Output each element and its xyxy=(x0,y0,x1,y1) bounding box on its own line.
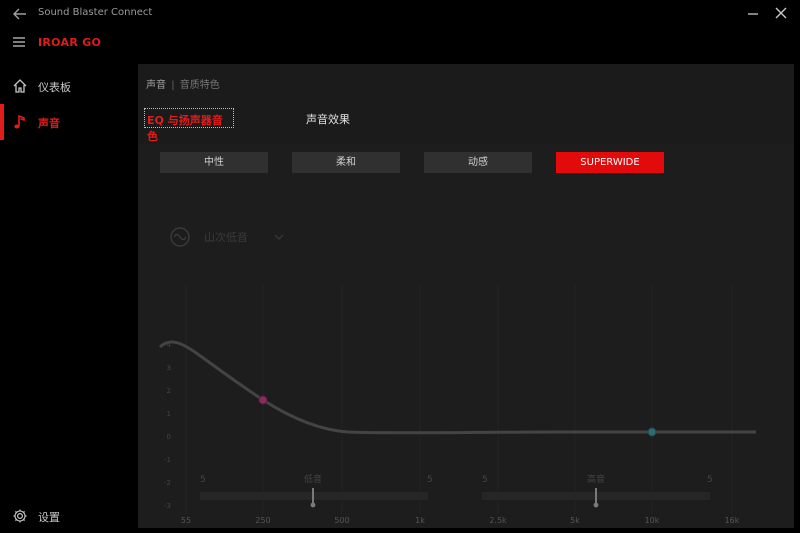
eq-node-low[interactable] xyxy=(258,395,268,405)
treble-slider-handle[interactable] xyxy=(593,502,599,508)
treble-slider-label: 高音 xyxy=(587,473,605,485)
music-note-icon xyxy=(14,114,25,129)
preset-neutral-button[interactable]: 中性 xyxy=(160,152,268,173)
minimize-icon[interactable] xyxy=(746,6,760,20)
sidebar: 仪表板 声音 设置 xyxy=(0,64,138,533)
breadcrumb: 声音 | 音质特色 xyxy=(146,76,220,91)
app-title: Sound Blaster Connect xyxy=(38,7,153,18)
title-bar: Sound Blaster Connect xyxy=(0,0,800,28)
device-name: IROAR GO xyxy=(38,36,102,49)
breadcrumb-separator: | xyxy=(171,80,175,91)
breadcrumb-section[interactable]: 声音 xyxy=(146,80,166,91)
x-tick: 10k xyxy=(645,516,660,525)
tab-sound-effects[interactable]: 声音效果 xyxy=(306,108,350,127)
main-panel: 声音 | 音质特色 EQ 与扬声器音色 声音效果 中性 柔和 动感 SUPERW… xyxy=(138,64,794,528)
slider-max-label: 5 xyxy=(427,475,433,485)
back-arrow-icon[interactable] xyxy=(12,6,28,22)
gear-icon xyxy=(13,509,27,523)
x-tick: 250 xyxy=(255,516,270,525)
y-tick: 1 xyxy=(167,410,171,418)
slider-min-label: 5 xyxy=(482,475,488,485)
sidebar-item-settings[interactable]: 设置 xyxy=(0,498,138,533)
tab-eq[interactable]: EQ 与扬声器音色 xyxy=(144,108,234,143)
active-indicator xyxy=(0,104,4,140)
x-tick: 5k xyxy=(570,516,580,525)
close-icon[interactable] xyxy=(774,6,788,20)
band-selector[interactable]: 山次低音 xyxy=(170,227,284,247)
bass-slider-thumb[interactable] xyxy=(312,488,314,504)
breadcrumb-sub[interactable]: 音质特色 xyxy=(180,80,220,91)
sidebar-item-label: 声音 xyxy=(38,117,60,130)
sidebar-item-label: 仪表板 xyxy=(38,81,71,94)
treble-slider-thumb[interactable] xyxy=(595,488,597,504)
y-tick: -1 xyxy=(164,456,171,464)
home-icon xyxy=(13,79,27,93)
sidebar-item-dashboard[interactable]: 仪表板 xyxy=(0,68,138,104)
tone-sliders: 5 低音 5 5 高音 5 xyxy=(200,473,713,508)
slider-max-label: 5 xyxy=(707,475,713,485)
y-tick: 3 xyxy=(167,364,171,372)
bass-slider-label: 低音 xyxy=(304,473,322,485)
band-selector-label: 山次低音 xyxy=(204,230,248,244)
sidebar-item-sound[interactable]: 声音 xyxy=(0,104,138,140)
x-tick: 1k xyxy=(415,516,425,525)
y-tick: 2 xyxy=(167,387,171,395)
slider-min-label: 5 xyxy=(200,475,206,485)
x-tick: 16k xyxy=(725,516,740,525)
hamburger-menu-icon[interactable] xyxy=(12,36,26,48)
preset-soft-button[interactable]: 柔和 xyxy=(292,152,400,173)
y-tick: 0 xyxy=(167,433,171,441)
x-tick: 55 xyxy=(181,516,191,525)
sidebar-item-label: 设置 xyxy=(38,511,60,524)
x-tick: 2.5k xyxy=(489,516,507,525)
eq-node-high[interactable] xyxy=(647,427,657,437)
chevron-down-icon xyxy=(274,234,284,240)
preset-dynamic-button[interactable]: 动感 xyxy=(424,152,532,173)
x-tick: 500 xyxy=(334,516,349,525)
eq-curve xyxy=(158,340,756,435)
bass-slider-handle[interactable] xyxy=(310,502,316,508)
preset-superwide-button[interactable]: SUPERWIDE xyxy=(556,152,664,173)
